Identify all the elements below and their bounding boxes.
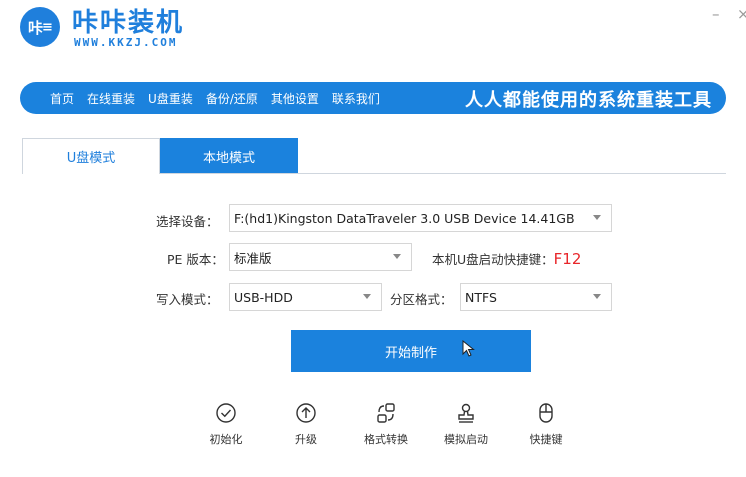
logo-text: 咔: [28, 18, 43, 37]
tab-usb-mode[interactable]: U盘模式: [22, 138, 160, 174]
check-circle-icon: [216, 403, 236, 423]
write-mode-value: USB-HDD: [234, 289, 293, 305]
start-make-label: 开始制作: [384, 345, 437, 361]
nav-item-home[interactable]: 首页: [50, 90, 74, 107]
logo-accent: ≡: [42, 19, 53, 35]
write-mode-label: 写入模式：: [156, 292, 219, 307]
app-title: 咔咔装机: [72, 8, 185, 38]
nav-item-other-settings[interactable]: 其他设置: [271, 90, 319, 107]
mouse-icon: [539, 403, 553, 423]
chevron-down-icon: [593, 294, 601, 299]
nav-item-online-reinstall[interactable]: 在线重装: [87, 90, 135, 107]
device-label: 选择设备：: [156, 214, 219, 229]
tool-format-convert-label: 格式转换: [364, 433, 408, 446]
chevron-down-icon: [363, 294, 371, 299]
tool-simulate-boot[interactable]: 模拟启动: [436, 402, 496, 447]
main-nav: 首页 在线重装 U盘重装 备份/还原 其他设置 联系我们 人人都能使用的系统重装…: [20, 82, 726, 114]
nav-item-usb-reinstall[interactable]: U盘重装: [148, 90, 193, 107]
pe-version-select[interactable]: 标准版: [229, 243, 412, 271]
hotkey-label: 本机U盘启动快捷键：: [432, 252, 554, 267]
tool-format-convert[interactable]: 格式转换: [356, 402, 416, 447]
nav-item-backup-restore[interactable]: 备份/还原: [206, 90, 258, 107]
tool-upgrade-label: 升级: [295, 433, 317, 446]
close-button[interactable]: ×: [737, 6, 746, 22]
tab-divider: [160, 173, 726, 174]
app-url: WWW.KKZJ.COM: [74, 36, 178, 49]
hotkey-info: 本机U盘启动快捷键：F12: [432, 249, 581, 268]
partition-value: NTFS: [465, 289, 497, 305]
tool-hotkey[interactable]: 快捷键: [516, 402, 576, 447]
mode-tabs: U盘模式 本地模式: [22, 138, 298, 174]
device-select-value: F:(hd1)Kingston DataTraveler 3.0 USB Dev…: [234, 210, 575, 226]
write-mode-select[interactable]: USB-HDD: [229, 283, 382, 311]
chevron-down-icon: [393, 254, 401, 259]
device-select[interactable]: F:(hd1)Kingston DataTraveler 3.0 USB Dev…: [229, 204, 612, 232]
tab-local-mode[interactable]: 本地模式: [160, 138, 298, 174]
mouse-cursor-icon: [462, 340, 475, 357]
chevron-down-icon: [593, 215, 601, 220]
pe-version-value: 标准版: [234, 250, 272, 266]
start-make-button[interactable]: 开始制作: [291, 330, 531, 372]
tool-hotkey-label: 快捷键: [529, 433, 563, 446]
tool-simulate-boot-label: 模拟启动: [444, 433, 488, 446]
nav-slogan: 人人都能使用的系统重装工具: [465, 90, 712, 111]
minimize-button[interactable]: –: [712, 6, 720, 22]
pe-version-label: PE 版本：: [167, 252, 224, 267]
hotkey-value: F12: [553, 250, 582, 268]
app-logo: 咔 ≡: [20, 7, 60, 47]
convert-icon: [377, 403, 395, 423]
partition-select[interactable]: NTFS: [460, 283, 612, 311]
partition-label: 分区格式：: [390, 292, 453, 307]
tool-initialize[interactable]: 初始化: [196, 402, 256, 447]
stamp-icon: [458, 403, 474, 423]
tool-initialize-label: 初始化: [209, 433, 243, 446]
arrow-up-circle-icon: [296, 403, 316, 423]
nav-item-contact-us[interactable]: 联系我们: [332, 90, 380, 107]
tool-upgrade[interactable]: 升级: [276, 402, 336, 447]
